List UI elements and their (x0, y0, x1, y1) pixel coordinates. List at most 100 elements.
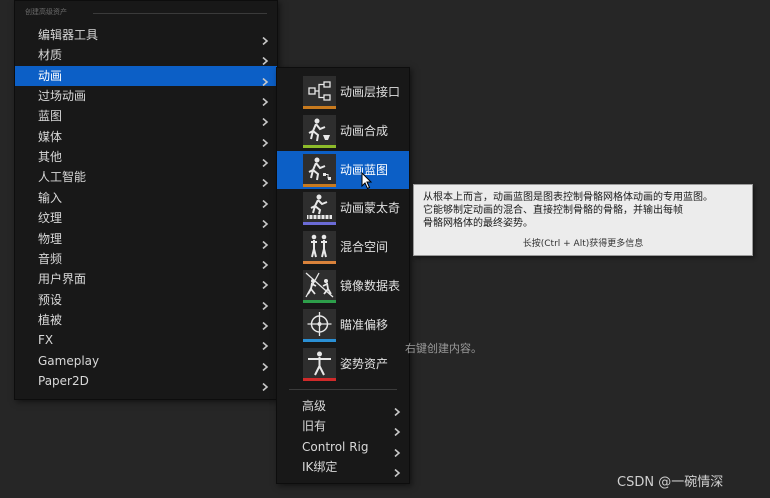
chevron-right-icon (261, 357, 269, 371)
anim-composite-icon (303, 114, 336, 148)
menu-item-0[interactable]: 编辑器工具 (15, 25, 277, 46)
chevron-right-icon (393, 443, 401, 457)
menu-item-7[interactable]: 人工智能 (15, 167, 277, 188)
chevron-right-icon (261, 194, 269, 208)
submenu-item-2[interactable]: Control Rig (277, 437, 409, 457)
menu-item-10[interactable]: 物理 (15, 229, 277, 249)
menu-item-3[interactable]: 过场动画 (15, 86, 277, 107)
menu-item-9[interactable]: 纹理 (15, 208, 277, 229)
submenu-item-label: IK绑定 (302, 459, 338, 474)
menu-item-label: 动画 (38, 68, 63, 83)
asset-item-0[interactable]: 动画层接口 (277, 73, 409, 111)
chevron-right-icon (261, 235, 269, 249)
menu-item-label: 媒体 (38, 129, 63, 144)
mouse-cursor-icon (361, 172, 373, 190)
menu-item-8[interactable]: 输入 (15, 188, 277, 208)
menu-item-16[interactable]: Gameplay (15, 351, 277, 371)
chevron-right-icon (261, 112, 269, 127)
menu-item-label: 植被 (38, 312, 63, 327)
tooltip-line: 骨骼网格体的最终姿势。 (423, 218, 533, 229)
tooltip-line: 它能够制定动画的混合、直接控制骨骼的骨骼，并输出每帧 (423, 205, 683, 216)
chevron-right-icon (261, 173, 269, 188)
chevron-right-icon (261, 153, 269, 168)
asset-type-color-bar (303, 300, 336, 303)
chevron-right-icon (261, 92, 269, 107)
menu-item-label: 蓝图 (38, 109, 63, 124)
asset-type-color-bar (303, 222, 336, 226)
asset-type-color-bar (303, 338, 336, 342)
menu-item-6[interactable]: 其他 (15, 147, 277, 168)
tooltip-line: 从根本上而言，动画蓝图是图表控制骨骼网格体动画的专用蓝图。 (423, 192, 713, 203)
chevron-right-icon (261, 316, 269, 330)
menu-item-15[interactable]: FX (15, 330, 277, 351)
submenu-item-0[interactable]: 高级 (277, 396, 409, 417)
asset-item-7[interactable]: 姿势资产 (277, 345, 409, 383)
menu-item-label: 过场动画 (38, 89, 87, 104)
asset-item-label: 镜像数据表 (340, 279, 401, 293)
asset-item-2[interactable]: 动画蓝图 (277, 150, 409, 189)
menu-item-label: Paper2D (38, 373, 89, 388)
menu-item-label: FX (38, 333, 54, 348)
chevron-right-icon (261, 133, 269, 147)
asset-item-3[interactable]: 动画蒙太奇 (277, 189, 409, 227)
menu-item-2[interactable]: 动画 (15, 65, 277, 86)
chevron-right-icon (393, 422, 401, 437)
create-asset-menu: 创建高级资产 编辑器工具 材质 动画 过场动画 蓝图 媒体 其他 人工智能 输入 纹理 物理 音频 用户… (14, 0, 278, 400)
mirror-table-icon (303, 270, 336, 303)
asset-item-label: 姿势资产 (340, 356, 389, 371)
aim-offset-icon (303, 308, 336, 342)
asset-item-label: 混合空间 (340, 240, 389, 255)
asset-type-color-bar (303, 377, 336, 381)
pose-asset-icon (303, 347, 336, 381)
submenu-item-1[interactable]: 旧有 (277, 416, 409, 437)
menu-item-11[interactable]: 音频 (15, 249, 277, 269)
blend-space-icon (303, 231, 336, 265)
chevron-right-icon (393, 463, 401, 477)
menu-item-label: 用户界面 (38, 272, 87, 287)
menu-item-label: 纹理 (38, 211, 63, 226)
menu-item-17[interactable]: Paper2D (15, 371, 277, 392)
asset-item-label: 瞄准偏移 (340, 317, 389, 332)
menu-item-label: 其他 (38, 150, 63, 165)
menu-item-label: 物理 (38, 231, 63, 246)
submenu-divider (289, 389, 397, 390)
chevron-right-icon (261, 31, 269, 46)
asset-item-6[interactable]: 瞄准偏移 (277, 306, 409, 344)
menu-item-label: 预设 (38, 292, 63, 307)
chevron-right-icon (393, 402, 401, 417)
chevron-right-icon (261, 377, 269, 392)
asset-item-label: 动画蒙太奇 (340, 201, 401, 216)
asset-type-color-bar (303, 106, 336, 109)
menu-item-12[interactable]: 用户界面 (15, 269, 277, 290)
menu-item-label: Gameplay (38, 353, 100, 368)
menu-item-label: 人工智能 (38, 170, 87, 185)
menu-item-13[interactable]: 预设 (15, 290, 277, 310)
asset-type-color-bar (303, 261, 336, 265)
anim-montage-icon (303, 192, 336, 226)
asset-item-5[interactable]: 镜像数据表 (277, 267, 409, 305)
anim-blueprint-tooltip: 从根本上而言，动画蓝图是图表控制骨骼网格体动画的专用蓝图。 它能够制定动画的混合… (413, 184, 753, 256)
submenu-item-3[interactable]: IK绑定 (277, 457, 409, 477)
watermark: CSDN @一碗情深 (617, 475, 724, 490)
content-browser-hint: 右键创建内容。 (405, 342, 482, 355)
asset-item-4[interactable]: 混合空间 (277, 228, 409, 266)
menu-item-1[interactable]: 材质 (15, 45, 277, 66)
menu-header-divider (93, 13, 267, 14)
menu-item-label: 音频 (38, 251, 63, 266)
chevron-right-icon (261, 72, 269, 86)
tooltip-hint: 长按(Ctrl + Alt)获得更多信息 (522, 239, 644, 249)
asset-type-color-bar (303, 183, 336, 187)
menu-item-label: 材质 (38, 48, 63, 63)
chevron-right-icon (261, 296, 269, 310)
asset-item-label: 动画合成 (340, 123, 389, 138)
menu-item-14[interactable]: 植被 (15, 310, 277, 330)
submenu-item-label: Control Rig (302, 439, 369, 454)
menu-item-label: 输入 (38, 190, 63, 205)
submenu-item-label: 旧有 (302, 419, 327, 434)
asset-item-label: 动画层接口 (340, 85, 401, 99)
menu-item-4[interactable]: 蓝图 (15, 106, 277, 127)
chevron-right-icon (261, 51, 269, 66)
asset-item-1[interactable]: 动画合成 (277, 112, 409, 150)
chevron-right-icon (261, 275, 269, 290)
menu-item-5[interactable]: 媒体 (15, 127, 277, 147)
